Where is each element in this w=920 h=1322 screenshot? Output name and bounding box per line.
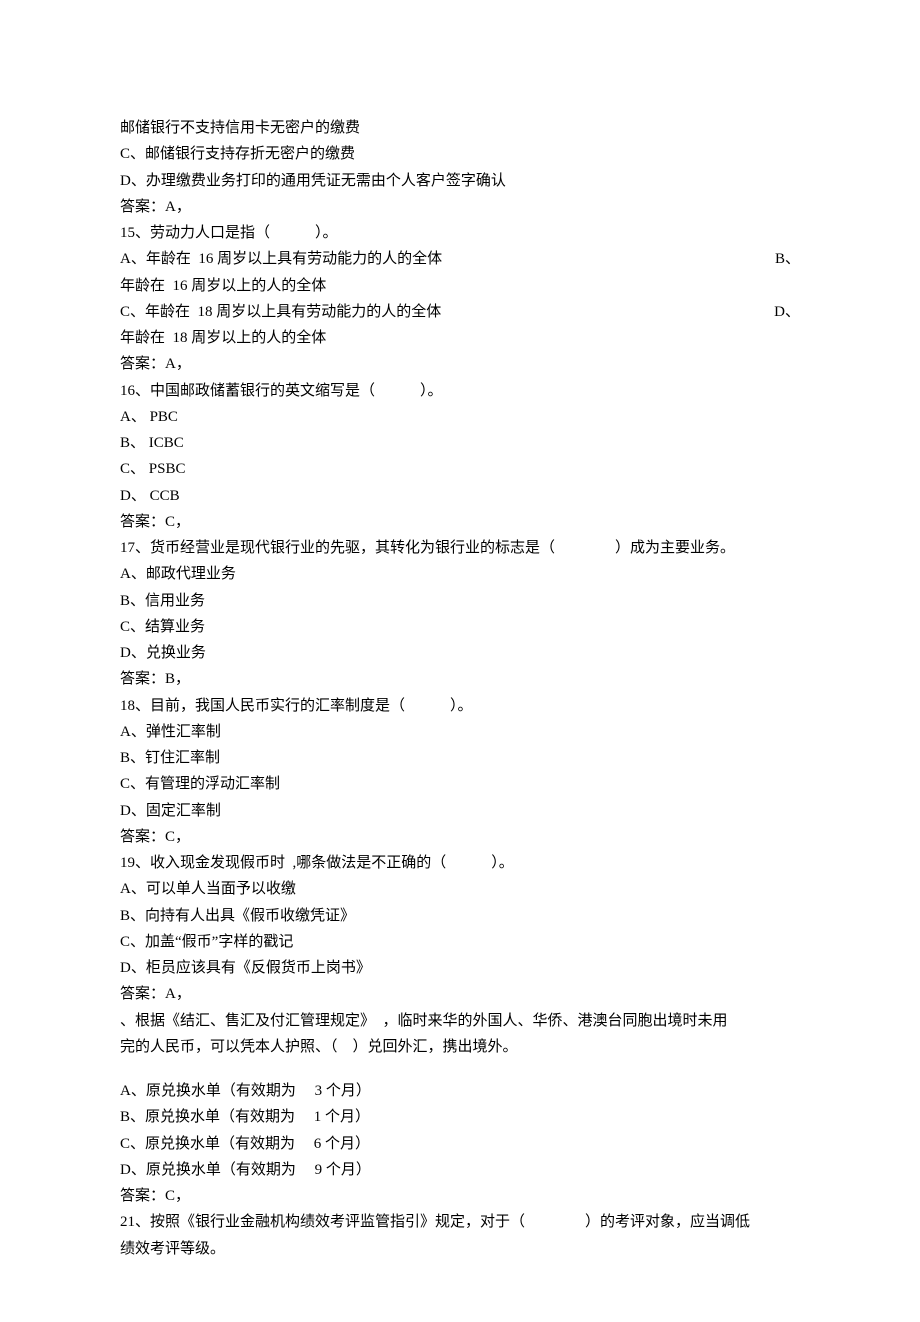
q19-answer: 答案：A， xyxy=(120,981,800,1007)
q20-stem-line2: 完的人民币，可以凭本人护照、（ ）兑回外汇，携出境外。 xyxy=(120,1034,800,1060)
q21-stem-line1: 21、按照《银行业金融机构绩效考评监管指引》规定，对于（ ）的考评对象，应当调低 xyxy=(120,1209,800,1235)
intro-line-a: 邮储银行不支持信用卡无密户的缴费 xyxy=(120,115,800,141)
q16-answer: 答案：C， xyxy=(120,509,800,535)
q15-option-b-prefix: B、 xyxy=(755,246,800,272)
q19-option-b: B、向持有人出具《假币收缴凭证》 xyxy=(120,903,800,929)
q15-option-b-text: 年龄在 16 周岁以上的人的全体 xyxy=(120,273,800,299)
q16-option-d: D、 CCB xyxy=(120,483,800,509)
q18-option-c: C、有管理的浮动汇率制 xyxy=(120,771,800,797)
q19-option-d: D、柜员应该具有《反假货币上岗书》 xyxy=(120,955,800,981)
q20-stem-line1: 、根据《结汇、售汇及付汇管理规定》 ，临时来华的外国人、华侨、港澳台同胞出境时未… xyxy=(120,1008,800,1034)
q15-option-c-row: C、年龄在 18 周岁以上具有劳动能力的人的全体 D、 xyxy=(120,299,800,325)
q20-option-a: A、原兑换水单（有效期为 3 个月） xyxy=(120,1078,800,1104)
q15-option-d-text: 年龄在 18 周岁以上的人的全体 xyxy=(120,325,800,351)
q19-stem: 19、收入现金发现假币时 ,哪条做法是不正确的（ ）。 xyxy=(120,850,800,876)
q19-option-a: A、可以单人当面予以收缴 xyxy=(120,876,800,902)
q17-option-c: C、结算业务 xyxy=(120,614,800,640)
q18-option-a: A、弹性汇率制 xyxy=(120,719,800,745)
intro-answer: 答案：A， xyxy=(120,194,800,220)
q18-stem: 18、目前，我国人民币实行的汇率制度是（ ）。 xyxy=(120,693,800,719)
q15-option-d-prefix: D、 xyxy=(754,299,800,325)
q15-stem: 15、劳动力人口是指（ ）。 xyxy=(120,220,800,246)
q16-option-c: C、 PSBC xyxy=(120,456,800,482)
q15-option-c: C、年龄在 18 周岁以上具有劳动能力的人的全体 xyxy=(120,299,754,325)
q16-option-b: B、 ICBC xyxy=(120,430,800,456)
q16-stem: 16、中国邮政储蓄银行的英文缩写是（ ）。 xyxy=(120,378,800,404)
q20-option-b: B、原兑换水单（有效期为 1 个月） xyxy=(120,1104,800,1130)
q17-option-d: D、兑换业务 xyxy=(120,640,800,666)
q18-option-d: D、固定汇率制 xyxy=(120,798,800,824)
q17-stem: 17、货币经营业是现代银行业的先驱，其转化为银行业的标志是（ ）成为主要业务。 xyxy=(120,535,800,561)
q17-option-a: A、邮政代理业务 xyxy=(120,561,800,587)
q18-option-b: B、钉住汇率制 xyxy=(120,745,800,771)
q18-answer: 答案：C， xyxy=(120,824,800,850)
q20-option-c: C、原兑换水单（有效期为 6 个月） xyxy=(120,1131,800,1157)
q20-option-d: D、原兑换水单（有效期为 9 个月） xyxy=(120,1157,800,1183)
q17-answer: 答案：B， xyxy=(120,666,800,692)
q16-option-a: A、 PBC xyxy=(120,404,800,430)
intro-option-c: C、邮储银行支持存折无密户的缴费 xyxy=(120,141,800,167)
q15-answer: 答案：A， xyxy=(120,351,800,377)
document-page: 邮储银行不支持信用卡无密户的缴费 C、邮储银行支持存折无密户的缴费 D、办理缴费… xyxy=(0,0,920,1322)
q17-option-b: B、信用业务 xyxy=(120,588,800,614)
blank-line xyxy=(120,1060,800,1078)
q20-answer: 答案：C， xyxy=(120,1183,800,1209)
q15-option-a-row: A、年龄在 16 周岁以上具有劳动能力的人的全体 B、 xyxy=(120,246,800,272)
q21-stem-line2: 绩效考评等级。 xyxy=(120,1236,800,1262)
intro-option-d: D、办理缴费业务打印的通用凭证无需由个人客户签字确认 xyxy=(120,168,800,194)
q15-option-a: A、年龄在 16 周岁以上具有劳动能力的人的全体 xyxy=(120,246,755,272)
q19-option-c: C、加盖“假币”字样的戳记 xyxy=(120,929,800,955)
